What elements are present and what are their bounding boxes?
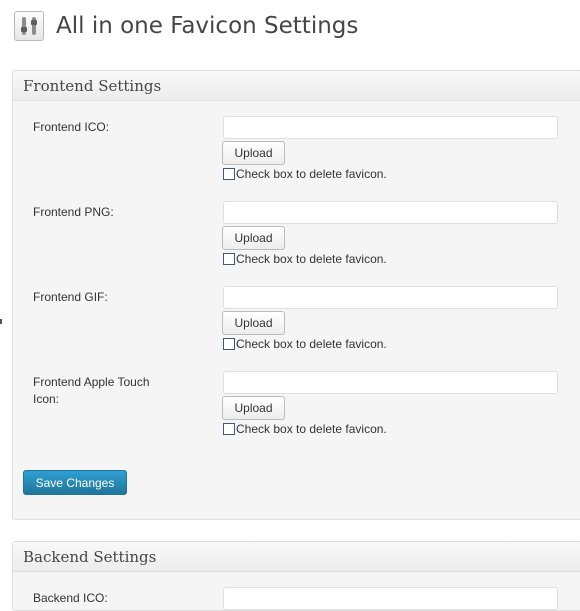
page-header: All in one Favicon Settings [14, 9, 358, 43]
frontend-ico-upload-button[interactable]: Upload [222, 141, 285, 165]
edge-marker [0, 319, 2, 324]
frontend-apple-touch-delete-row: Check box to delete favicon. [223, 422, 387, 436]
frontend-ico-delete-checkbox[interactable] [223, 168, 235, 180]
backend-ico-input[interactable] [223, 587, 558, 610]
frontend-apple-touch-label: Frontend Apple Touch Icon: [33, 375, 150, 406]
frontend-ico-input[interactable] [223, 116, 558, 139]
frontend-gif-delete-label: Check box to delete favicon. [236, 337, 387, 351]
frontend-png-upload-button[interactable]: Upload [222, 226, 285, 250]
frontend-ico-delete-label: Check box to delete favicon. [236, 167, 387, 181]
frontend-png-input[interactable] [223, 201, 558, 224]
frontend-apple-touch-upload-button[interactable]: Upload [222, 396, 285, 420]
save-changes-button[interactable]: Save Changes [23, 470, 127, 495]
frontend-png-delete-label: Check box to delete favicon. [236, 252, 387, 266]
frontend-ico-label: Frontend ICO: [33, 120, 110, 134]
frontend-png-delete-checkbox[interactable] [223, 253, 235, 265]
frontend-png-label: Frontend PNG: [33, 205, 114, 219]
backend-settings-panel: Backend Settings Backend ICO: [12, 541, 580, 611]
frontend-apple-touch-delete-checkbox[interactable] [223, 423, 235, 435]
page-title: All in one Favicon Settings [56, 13, 359, 39]
frontend-apple-touch-delete-label: Check box to delete favicon. [236, 422, 387, 436]
frontend-gif-delete-checkbox[interactable] [223, 338, 235, 350]
frontend-settings-header: Frontend Settings [13, 71, 580, 101]
frontend-gif-upload-button[interactable]: Upload [222, 311, 285, 335]
frontend-settings-heading: Frontend Settings [23, 76, 162, 95]
frontend-ico-delete-row: Check box to delete favicon. [223, 167, 387, 181]
backend-ico-label: Backend ICO: [33, 591, 108, 605]
frontend-settings-panel: Frontend Settings Frontend ICO: Upload C… [12, 70, 580, 520]
frontend-png-delete-row: Check box to delete favicon. [223, 252, 387, 266]
settings-sliders-icon [14, 11, 44, 41]
frontend-gif-delete-row: Check box to delete favicon. [223, 337, 387, 351]
backend-settings-heading: Backend Settings [23, 547, 157, 566]
frontend-gif-label: Frontend GIF: [33, 290, 108, 304]
frontend-gif-input[interactable] [223, 286, 558, 309]
frontend-apple-touch-input[interactable] [223, 371, 558, 394]
backend-settings-header: Backend Settings [13, 542, 580, 572]
